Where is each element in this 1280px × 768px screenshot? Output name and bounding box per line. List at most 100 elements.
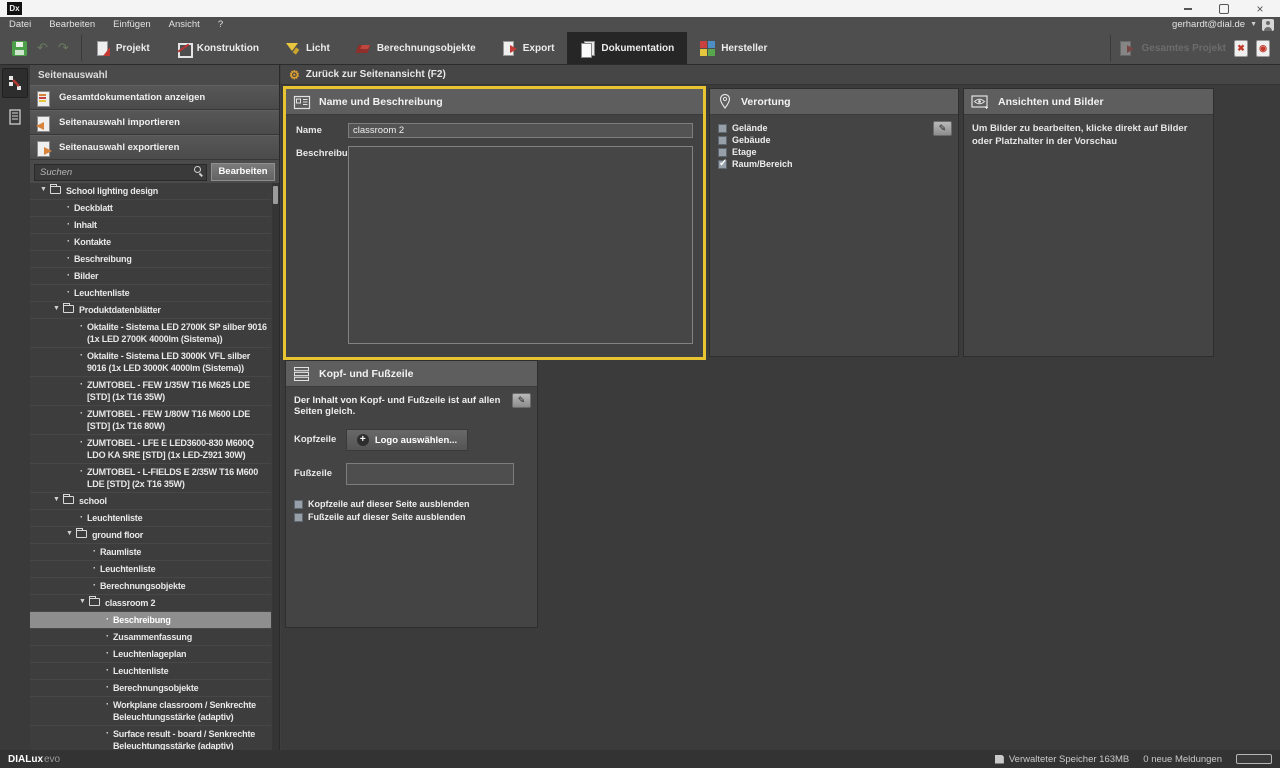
showdoc-button[interactable]: Gesamtdokumentation anzeigen bbox=[30, 85, 279, 110]
tree-item[interactable]: ·Leuchtenliste bbox=[30, 663, 271, 680]
tree-folder[interactable]: ▼classroom 2 bbox=[30, 595, 271, 612]
checkbox-label: Gelände bbox=[732, 123, 768, 133]
checkbox-unchecked-icon[interactable] bbox=[718, 136, 727, 145]
menu-bar: DateiBearbeitenEinfügenAnsicht? gerhardt… bbox=[0, 17, 1280, 32]
gear-icon: ⚙ bbox=[289, 69, 300, 81]
user-account-label[interactable]: gerhardt@dial.de bbox=[1172, 19, 1245, 30]
back-to-page-view-button[interactable]: ⚙ Zurück zur Seitenansicht (F2) bbox=[281, 65, 1280, 85]
tree-item[interactable]: ·Inhalt bbox=[30, 217, 271, 234]
tree-item[interactable]: ·Beschreibung bbox=[30, 251, 271, 268]
checkbox-row[interactable]: Gelände bbox=[718, 123, 958, 133]
page-selection-tool-button[interactable] bbox=[2, 68, 28, 98]
minimize-icon[interactable] bbox=[1182, 3, 1194, 15]
select-logo-button[interactable]: + Logo auswählen... bbox=[346, 429, 468, 451]
checkbox-unchecked-icon[interactable] bbox=[294, 513, 303, 522]
tree-item[interactable]: ·Zusammenfassung bbox=[30, 629, 271, 646]
bullet-icon: · bbox=[106, 728, 113, 738]
expand-arrow-icon[interactable]: ▼ bbox=[40, 185, 49, 193]
tab-berechnung[interactable]: Berechnungsobjekte bbox=[343, 32, 489, 64]
checkbox-checked-icon[interactable] bbox=[718, 160, 727, 169]
checkbox-row[interactable]: Raum/Bereich bbox=[718, 159, 958, 169]
checkbox-unchecked-icon[interactable] bbox=[294, 500, 303, 509]
tree-item[interactable]: ·Workplane classroom / Senkrechte Beleuc… bbox=[30, 697, 271, 726]
bullet-icon: · bbox=[106, 614, 113, 624]
tree-item[interactable]: ·Kontakte bbox=[30, 234, 271, 251]
tree-item[interactable]: ·Leuchtenliste bbox=[30, 561, 271, 578]
import-button[interactable]: Seitenauswahl importieren bbox=[30, 110, 279, 135]
tree-item[interactable]: ·Berechnungsobjekte bbox=[30, 578, 271, 595]
maximize-icon[interactable] bbox=[1218, 3, 1230, 15]
tree-item[interactable]: ·Raumliste bbox=[30, 544, 271, 561]
bullet-icon: · bbox=[67, 219, 74, 229]
tree-folder[interactable]: ▼ground floor bbox=[30, 527, 271, 544]
tree-item[interactable]: ·ZUMTOBEL - FEW 1/35W T16 M625 LDE [STD]… bbox=[30, 377, 271, 406]
checkbox-row[interactable]: Kopfzeile auf dieser Seite ausblenden bbox=[294, 499, 537, 509]
tree-item[interactable]: ·Surface result - board / Senkrechte Bel… bbox=[30, 726, 271, 750]
menu-item[interactable]: Bearbeiten bbox=[40, 17, 104, 32]
checkbox-label: Gebäude bbox=[732, 135, 771, 145]
tab-licht[interactable]: Licht bbox=[272, 32, 343, 64]
tree-item[interactable]: ·Deckblatt bbox=[30, 200, 271, 217]
tree-item[interactable]: ·Leuchtenlageplan bbox=[30, 646, 271, 663]
checkbox-unchecked-icon[interactable] bbox=[718, 148, 727, 157]
tree-folder[interactable]: ▼Produktdatenblätter bbox=[30, 302, 271, 319]
tree-item[interactable]: ·ZUMTOBEL - LFE E LED3600-830 M600Q LDO … bbox=[30, 435, 271, 464]
tree-item[interactable]: ·ZUMTOBEL - L-FIELDS E 2/35W T16 M600 LD… bbox=[30, 464, 271, 493]
expand-arrow-icon[interactable]: ▼ bbox=[66, 529, 75, 537]
tab-hersteller[interactable]: Hersteller bbox=[687, 32, 780, 64]
chevron-down-icon[interactable]: ▼ bbox=[1250, 21, 1257, 28]
name-input[interactable] bbox=[348, 123, 693, 138]
avatar[interactable] bbox=[1262, 19, 1274, 31]
panel-title: Verortung bbox=[741, 96, 791, 108]
tab-dokumentation[interactable]: Dokumentation bbox=[567, 32, 687, 64]
checkbox-row[interactable]: Fußzeile auf dieser Seite ausblenden bbox=[294, 512, 537, 522]
edit-header-footer-button[interactable]: ✎ bbox=[512, 393, 531, 408]
checkbox-row[interactable]: Etage bbox=[718, 147, 958, 157]
hersteller-icon bbox=[700, 41, 715, 56]
page-layout-tool-button[interactable] bbox=[2, 102, 28, 132]
tab-projekt[interactable]: Projekt bbox=[82, 32, 163, 64]
expand-arrow-icon[interactable]: ▼ bbox=[53, 304, 62, 312]
expand-arrow-icon[interactable]: ▼ bbox=[53, 495, 62, 503]
export-button[interactable]: Seitenauswahl exportieren bbox=[30, 135, 279, 160]
tab-konstruktion[interactable]: Konstruktion bbox=[163, 32, 272, 64]
menu-item[interactable]: Ansicht bbox=[160, 17, 209, 32]
tab-export[interactable]: Export bbox=[489, 32, 568, 64]
tree-folder[interactable]: ▼school bbox=[30, 493, 271, 510]
description-textarea[interactable] bbox=[348, 146, 693, 344]
tree-item[interactable]: ·Leuchtenliste bbox=[30, 285, 271, 302]
save-button[interactable] bbox=[12, 41, 27, 56]
tree-item[interactable]: ·Oktalite - Sistema LED 3000K VFL silber… bbox=[30, 348, 271, 377]
menu-item[interactable]: Datei bbox=[0, 17, 40, 32]
name-description-panel: Name und Beschreibung Name Beschreibung bbox=[283, 86, 706, 360]
tab-label: Hersteller bbox=[721, 43, 767, 54]
bullet-icon: · bbox=[67, 236, 74, 246]
menu-item[interactable]: Einfügen bbox=[104, 17, 160, 32]
tree-scrollbar[interactable] bbox=[272, 183, 279, 750]
edit-location-button[interactable]: ✎ bbox=[933, 121, 952, 136]
checkbox-label: Etage bbox=[732, 147, 757, 157]
progress-bar bbox=[1236, 754, 1272, 764]
tree-item[interactable]: ·Bilder bbox=[30, 268, 271, 285]
tree-item[interactable]: ·Leuchtenliste bbox=[30, 510, 271, 527]
checkbox-unchecked-icon[interactable] bbox=[718, 124, 727, 133]
checkbox-row[interactable]: Gebäude bbox=[718, 135, 958, 145]
close-icon[interactable]: × bbox=[1254, 3, 1266, 15]
expand-arrow-icon[interactable]: ▼ bbox=[79, 597, 88, 605]
cancel-document-button[interactable]: ✖ bbox=[1234, 40, 1248, 57]
bullet-icon: · bbox=[80, 321, 87, 331]
tree-item[interactable]: ·Oktalite - Sistema LED 2700K SP silber … bbox=[30, 319, 271, 348]
messages-label[interactable]: 0 neue Meldungen bbox=[1143, 754, 1222, 765]
checkbox-label: Fußzeile auf dieser Seite ausblenden bbox=[308, 512, 466, 522]
menu-item[interactable]: ? bbox=[209, 17, 232, 32]
search-input[interactable] bbox=[34, 164, 207, 181]
footer-input[interactable] bbox=[346, 463, 514, 485]
tree-item[interactable]: ·Beschreibung bbox=[30, 612, 271, 629]
record-document-button[interactable]: ◉ bbox=[1256, 40, 1270, 57]
tree-folder[interactable]: ▼School lighting design bbox=[30, 183, 271, 200]
edit-button[interactable]: Bearbeiten bbox=[211, 163, 275, 181]
tab-label: Export bbox=[523, 43, 555, 54]
tree-item[interactable]: ·ZUMTOBEL - FEW 1/80W T16 M600 LDE [STD]… bbox=[30, 406, 271, 435]
tree-scrollbar-thumb[interactable] bbox=[273, 186, 278, 204]
tree-item[interactable]: ·Berechnungsobjekte bbox=[30, 680, 271, 697]
